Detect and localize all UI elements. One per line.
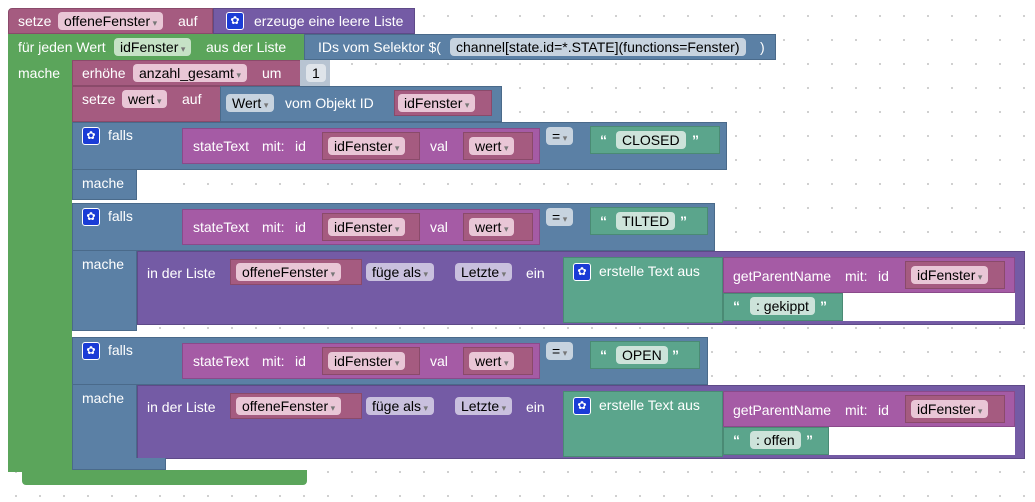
val-label: val bbox=[430, 219, 448, 235]
selector-close: ) bbox=[760, 39, 765, 55]
id-label: id bbox=[878, 268, 889, 284]
setze-label: setze bbox=[18, 13, 52, 29]
variable-dropdown[interactable]: offeneFenster bbox=[58, 12, 164, 30]
open-quote-icon: “ bbox=[733, 432, 740, 448]
auf-label: auf bbox=[178, 13, 198, 29]
join-label: erstelle Text aus bbox=[599, 263, 700, 279]
operator-dropdown[interactable]: = bbox=[546, 342, 574, 360]
wert-dropdown[interactable]: wert bbox=[122, 90, 168, 108]
close-quote-icon: ” bbox=[806, 432, 813, 448]
in-list-label: in der Liste bbox=[147, 399, 216, 415]
val-dropdown[interactable]: wert bbox=[469, 352, 515, 370]
mache-label: mache bbox=[82, 175, 125, 191]
loop-variable-dropdown[interactable]: idFenster bbox=[114, 38, 192, 56]
in-list-label: in der Liste bbox=[147, 265, 216, 281]
selector-label: IDs vom Selektor $( bbox=[318, 39, 441, 55]
for-each-label: für jeden Wert bbox=[18, 39, 106, 55]
close-quote-icon: ” bbox=[820, 298, 827, 314]
gear-icon[interactable]: ✿ bbox=[82, 127, 100, 145]
function-name: getParentName bbox=[733, 402, 832, 418]
mache-label: mache bbox=[82, 256, 125, 272]
ein-label: ein bbox=[526, 399, 545, 415]
loop-body-bar bbox=[8, 60, 72, 472]
mit-label: mit: bbox=[845, 268, 868, 284]
mache-label: mache bbox=[18, 65, 61, 81]
function-name: stateText bbox=[193, 353, 250, 369]
open-quote-icon: “ bbox=[733, 298, 740, 314]
ein-label: ein bbox=[526, 265, 545, 281]
gear-icon[interactable]: ✿ bbox=[573, 263, 591, 281]
operator-dropdown[interactable]: = bbox=[546, 208, 574, 226]
gear-icon[interactable]: ✿ bbox=[573, 397, 591, 415]
close-quote-icon: ” bbox=[672, 347, 679, 363]
operator-dropdown[interactable]: = bbox=[546, 127, 574, 145]
id-dropdown[interactable]: idFenster bbox=[398, 94, 476, 112]
object-id-label: vom Objekt ID bbox=[285, 95, 374, 111]
gear-icon[interactable]: ✿ bbox=[82, 208, 100, 226]
mache-label: mache bbox=[82, 390, 125, 406]
number-input[interactable]: 1 bbox=[306, 64, 326, 82]
mit-label: mit: bbox=[262, 219, 285, 235]
mit-label: mit: bbox=[845, 402, 868, 418]
id-label: id bbox=[295, 219, 306, 235]
val-dropdown[interactable]: wert bbox=[469, 137, 515, 155]
id-label: id bbox=[295, 353, 306, 369]
mit-label: mit: bbox=[262, 138, 285, 154]
selector-input[interactable]: channel[state.id=*.STATE](functions=Fens… bbox=[450, 38, 746, 56]
suffix-input[interactable]: : gekippt bbox=[750, 297, 815, 315]
falls-label: falls bbox=[108, 342, 133, 358]
id-dropdown[interactable]: idFenster bbox=[911, 266, 989, 284]
loop-footer bbox=[22, 470, 307, 485]
position-dropdown[interactable]: Letzte bbox=[455, 263, 513, 281]
id-dropdown[interactable]: idFenster bbox=[328, 352, 406, 370]
function-name: getParentName bbox=[733, 268, 832, 284]
id-dropdown[interactable]: idFenster bbox=[911, 400, 989, 418]
val-label: val bbox=[430, 353, 448, 369]
val-dropdown[interactable]: wert bbox=[469, 218, 515, 236]
close-quote-icon: ” bbox=[692, 132, 699, 148]
text-input[interactable]: OPEN bbox=[616, 346, 668, 364]
gear-icon[interactable]: ✿ bbox=[82, 342, 100, 360]
list-label: erzeuge eine leere Liste bbox=[254, 13, 404, 29]
suffix-input[interactable]: : offen bbox=[750, 431, 801, 449]
function-name: stateText bbox=[193, 219, 250, 235]
text-input[interactable]: CLOSED bbox=[616, 131, 686, 149]
id-dropdown[interactable]: idFenster bbox=[328, 137, 406, 155]
mode-dropdown[interactable]: füge als bbox=[366, 263, 435, 281]
falls-label: falls bbox=[108, 127, 133, 143]
open-quote-icon: “ bbox=[600, 132, 607, 148]
val-label: val bbox=[430, 138, 448, 154]
if-footer bbox=[72, 458, 166, 470]
empty-statement-slot bbox=[137, 170, 165, 194]
mode-dropdown[interactable]: füge als bbox=[366, 397, 435, 415]
id-dropdown[interactable]: idFenster bbox=[328, 218, 406, 236]
open-quote-icon: “ bbox=[600, 213, 607, 229]
id-label: id bbox=[295, 138, 306, 154]
function-name: stateText bbox=[193, 138, 250, 154]
falls-label: falls bbox=[108, 208, 133, 224]
increment-label: erhöhe bbox=[82, 65, 126, 81]
property-dropdown[interactable]: Wert bbox=[226, 94, 275, 112]
text-input[interactable]: TILTED bbox=[616, 212, 676, 230]
position-dropdown[interactable]: Letzte bbox=[455, 397, 513, 415]
from-list-label: aus der Liste bbox=[206, 39, 287, 55]
um-label: um bbox=[262, 65, 282, 81]
open-quote-icon: “ bbox=[600, 347, 607, 363]
id-label: id bbox=[878, 402, 889, 418]
counter-dropdown[interactable]: anzahl_gesamt bbox=[133, 64, 247, 82]
close-quote-icon: ” bbox=[680, 213, 687, 229]
list-dropdown[interactable]: offeneFenster bbox=[236, 263, 342, 281]
mit-label: mit: bbox=[262, 353, 285, 369]
list-dropdown[interactable]: offeneFenster bbox=[236, 397, 342, 415]
setze-label: setze bbox=[82, 91, 116, 107]
auf-label: auf bbox=[182, 91, 202, 107]
join-label: erstelle Text aus bbox=[599, 397, 700, 413]
gear-icon[interactable]: ✿ bbox=[226, 12, 244, 30]
